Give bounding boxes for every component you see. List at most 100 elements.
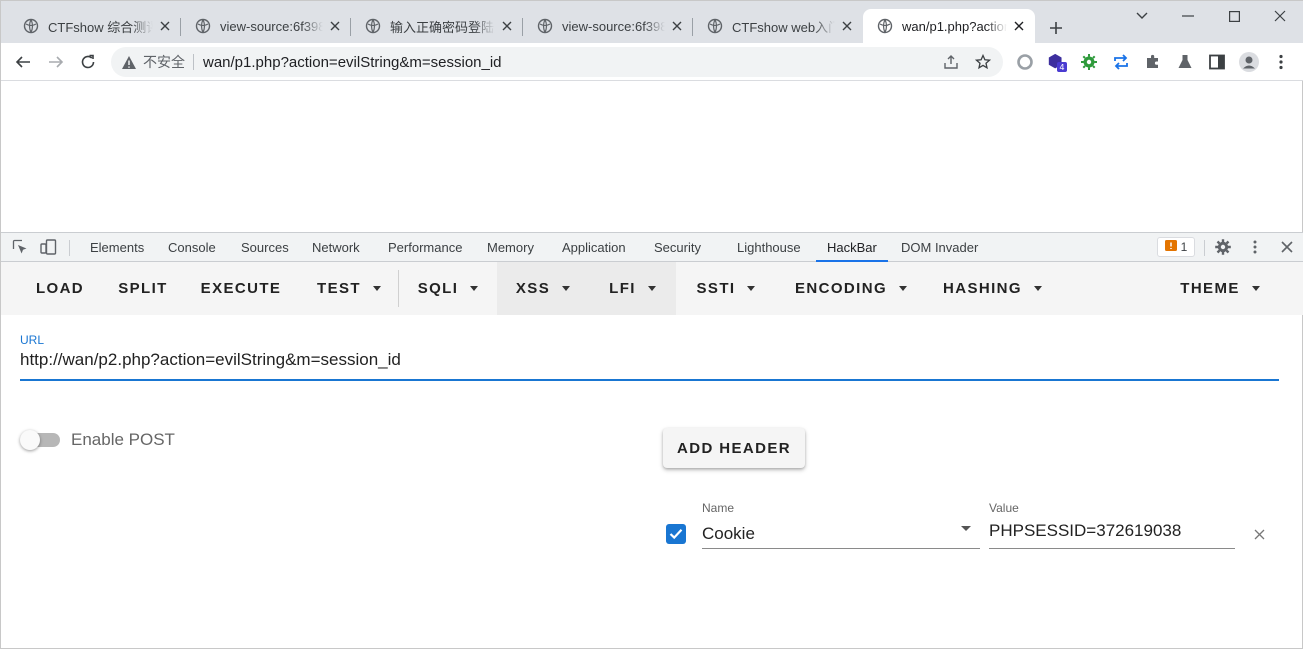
devtools-tab-performance[interactable]: Performance [388, 233, 462, 262]
extension-hexagon-icon[interactable]: 4 [1047, 52, 1067, 72]
browser-tab[interactable]: CTFshow web入门 [693, 9, 863, 43]
load-button[interactable]: LOAD [21, 262, 99, 315]
url-input-underline [20, 379, 1279, 381]
chevron-down-icon [747, 286, 756, 291]
back-icon[interactable] [11, 50, 35, 74]
globe-icon [365, 18, 381, 34]
devtools-tab-application[interactable]: Application [562, 233, 626, 262]
ssti-menu-button[interactable]: SSTI [676, 262, 776, 315]
chevron-down-icon [647, 286, 656, 291]
hashing-menu-label: HASHING [943, 280, 1022, 297]
devtools-close-icon[interactable] [1278, 238, 1296, 256]
security-label[interactable]: 不安全 [143, 52, 185, 72]
issue-flag-icon [1164, 239, 1177, 255]
url-field-label: URL [20, 333, 45, 347]
xss-menu-label: XSS [515, 280, 551, 297]
header-enabled-checkbox[interactable] [666, 524, 686, 544]
browser-tab[interactable]: view-source:6f398 [181, 9, 351, 43]
new-tab-button[interactable] [1045, 17, 1067, 39]
globe-icon [537, 18, 553, 34]
side-panel-icon[interactable] [1207, 52, 1227, 72]
devtools-tab-security[interactable]: Security [654, 233, 701, 262]
tab-search-icon[interactable] [1119, 5, 1165, 27]
checkmark-icon [669, 529, 683, 540]
header-value-label: Value [989, 501, 1019, 515]
tab-title: view-source:6f398 [562, 18, 665, 34]
more-menu-icon[interactable] [1271, 52, 1291, 72]
chevron-down-icon [1033, 286, 1042, 291]
tab-title: view-source:6f398 [220, 18, 323, 34]
extension-gear-green-icon[interactable] [1079, 52, 1099, 72]
devtools-tab-dom-invader[interactable]: DOM Invader [901, 233, 978, 262]
minimize-icon[interactable] [1165, 5, 1211, 27]
header-value-input[interactable]: PHPSESSID=372619038 [989, 521, 1181, 541]
address-url[interactable]: wan/p1.php?action=evilString&m=session_i… [203, 54, 939, 71]
header-value-underline [989, 548, 1235, 549]
devtools-tab-bar: Elements Console Sources Network Perform… [1, 232, 1303, 262]
remove-header-icon[interactable] [1251, 526, 1267, 542]
flask-icon[interactable] [1175, 52, 1195, 72]
device-toolbar-icon[interactable] [40, 238, 58, 256]
inspect-element-icon[interactable] [11, 238, 29, 256]
close-icon[interactable] [327, 18, 343, 34]
extension-badge-count: 4 [1059, 62, 1064, 72]
window-close-icon[interactable] [1257, 5, 1303, 27]
extension-repeat-icon[interactable] [1111, 52, 1131, 72]
puzzle-icon[interactable] [1143, 52, 1163, 72]
tab-strip: CTFshow 综合测评 view-source:6f398 输入正确密码登陆后… [1, 1, 1303, 43]
enable-post-toggle[interactable] [20, 429, 62, 451]
close-icon[interactable] [669, 18, 685, 34]
devtools-tab-sources[interactable]: Sources [241, 233, 289, 262]
execute-button[interactable]: EXECUTE [191, 262, 291, 315]
split-button[interactable]: SPLIT [105, 262, 181, 315]
browser-tab[interactable]: view-source:6f398 [523, 9, 693, 43]
bookmark-star-icon[interactable] [971, 50, 995, 74]
add-header-button[interactable]: ADD HEADER [663, 428, 805, 468]
devtools-more-icon[interactable] [1246, 238, 1264, 256]
hackbar-menu: LOAD SPLIT EXECUTE TEST SQLI XSS LFI SST… [1, 262, 1303, 315]
extension-circle-icon[interactable] [1015, 52, 1035, 72]
browser-tab[interactable]: 输入正确密码登陆后 [351, 9, 523, 43]
chevron-down-icon [470, 286, 479, 291]
close-icon[interactable] [1011, 18, 1027, 34]
devtools-tab-network[interactable]: Network [312, 233, 360, 262]
header-name-underline [702, 548, 980, 549]
reload-icon[interactable] [76, 50, 100, 74]
lfi-menu-button[interactable]: LFI [589, 262, 676, 315]
globe-icon [23, 18, 39, 34]
tab-title: 输入正确密码登陆后 [390, 19, 495, 35]
url-input[interactable]: http://wan/p2.php?action=evilString&m=se… [20, 350, 401, 370]
settings-gear-icon[interactable] [1214, 238, 1232, 256]
theme-menu-button[interactable]: THEME [1165, 262, 1275, 315]
share-icon[interactable] [939, 50, 963, 74]
forward-icon[interactable] [44, 50, 68, 74]
header-name-select[interactable]: Cookie [702, 524, 755, 544]
maximize-icon[interactable] [1211, 5, 1257, 27]
devtools-tab-lighthouse[interactable]: Lighthouse [737, 233, 801, 262]
browser-tab-active[interactable]: wan/p1.php?action [863, 9, 1035, 43]
close-icon[interactable] [157, 18, 173, 34]
issues-badge[interactable]: 1 [1157, 237, 1195, 257]
encoding-menu-button[interactable]: ENCODING [776, 262, 926, 315]
devtools-tab-memory[interactable]: Memory [487, 233, 534, 262]
tab-title: CTFshow 综合测评 [48, 19, 153, 35]
close-icon[interactable] [839, 18, 855, 34]
profile-avatar-icon[interactable] [1239, 52, 1259, 72]
theme-menu-label: THEME [1180, 280, 1240, 297]
chevron-down-icon[interactable] [961, 526, 971, 531]
globe-icon [707, 18, 723, 34]
hashing-menu-button[interactable]: HASHING [926, 262, 1059, 315]
xss-menu-button[interactable]: XSS [497, 262, 589, 315]
sqli-menu-button[interactable]: SQLI [399, 262, 497, 315]
devtools-tab-console[interactable]: Console [168, 233, 216, 262]
devtools-tab-hackbar[interactable]: HackBar [816, 233, 888, 262]
close-icon[interactable] [499, 18, 515, 34]
devtools-tab-elements[interactable]: Elements [90, 233, 144, 262]
test-menu-button[interactable]: TEST [301, 262, 397, 315]
globe-icon [877, 18, 893, 34]
tab-title: wan/p1.php?action [902, 18, 1007, 34]
browser-tab[interactable]: CTFshow 综合测评 [9, 9, 181, 43]
enable-post-label: Enable POST [71, 430, 175, 449]
address-bar[interactable]: 不安全 wan/p1.php?action=evilString&m=sessi… [111, 47, 1003, 77]
warning-icon[interactable] [121, 54, 137, 70]
